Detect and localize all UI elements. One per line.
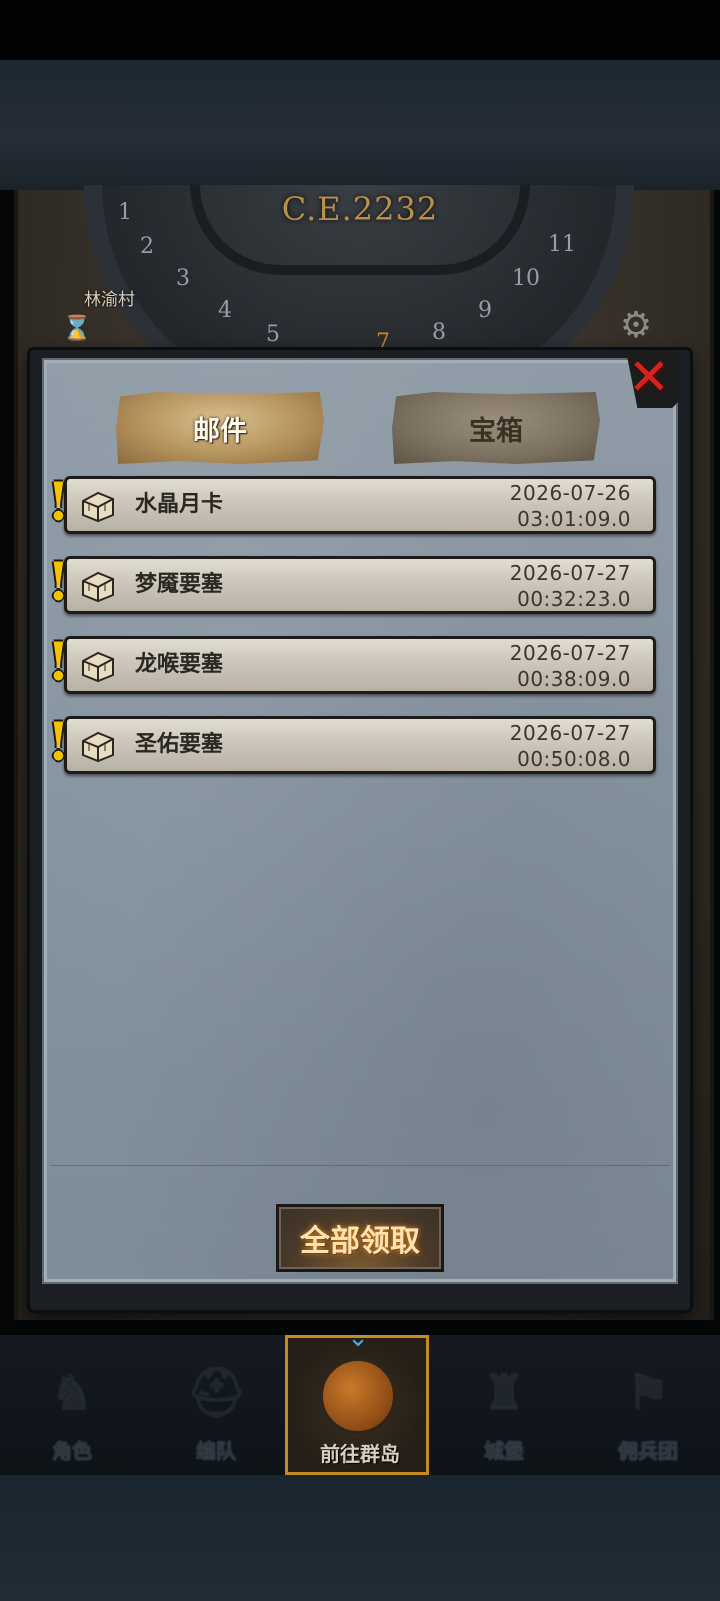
mail-date: 2026-07-27 xyxy=(509,561,631,585)
mail-title: 圣佑要塞 xyxy=(135,732,224,757)
mail-time: 00:50:08.0 xyxy=(517,747,631,771)
village-label: 林渝村 xyxy=(84,290,135,310)
dial-number: 10 xyxy=(512,266,540,291)
mail-item[interactable]: ! 圣佑要塞 2026-07-27 00:50:08.0 xyxy=(47,713,656,774)
nav-item-islands[interactable]: ⌄ 前往群岛 xyxy=(285,1325,429,1475)
alert-icon: ! xyxy=(47,552,70,613)
status-bar-area xyxy=(0,0,720,60)
tab-chest[interactable]: 宝箱 xyxy=(392,392,600,464)
hourglass-icon: ⌛ xyxy=(62,314,92,342)
footer-band xyxy=(0,1475,720,1601)
mail-title: 水晶月卡 xyxy=(135,492,224,517)
game-screen: C.E.2232 林渝村 1 2 3 4 5 7 8 9 10 11 ⌛ ⚙ ✕… xyxy=(0,0,720,1601)
dial-number: 3 xyxy=(176,266,190,291)
dial-number: 8 xyxy=(432,320,446,345)
dial-number: 5 xyxy=(266,322,280,347)
mail-item[interactable]: ! 龙喉要塞 2026-07-27 00:38:09.0 xyxy=(47,633,656,694)
claim-all-button[interactable]: 全部领取 xyxy=(276,1204,444,1272)
dial-number: 2 xyxy=(140,234,154,259)
divider xyxy=(50,1165,670,1166)
nav-item-formation[interactable]: ⛑ 编队 xyxy=(144,1335,288,1475)
banner-icon: ⚑ xyxy=(626,1365,670,1421)
bottom-nav: ♞ 角色 ⛑ 编队 ⌄ 前往群岛 ♜ 城堡 ⚑ 佣兵团 xyxy=(0,1325,720,1475)
mail-time: 00:38:09.0 xyxy=(517,667,631,691)
nav-label: 角色 xyxy=(52,1439,92,1463)
tab-mail[interactable]: 邮件 xyxy=(116,392,324,464)
alert-icon: ! xyxy=(47,632,70,693)
chest-icon xyxy=(82,651,114,683)
nav-label: 佣兵团 xyxy=(618,1439,678,1463)
dial-number: 4 xyxy=(218,298,232,323)
alert-icon: ! xyxy=(47,712,70,773)
nav-label: 城堡 xyxy=(484,1439,524,1463)
chevron-down-icon: ⌄ xyxy=(347,1323,369,1353)
nav-label: 前往群岛 xyxy=(320,1442,400,1466)
helmet-icon: ⛑ xyxy=(186,1365,247,1421)
mail-time: 00:32:23.0 xyxy=(517,587,631,611)
mail-time: 03:01:09.0 xyxy=(517,507,631,531)
chest-icon xyxy=(82,491,114,523)
chest-icon xyxy=(82,731,114,763)
chest-icon xyxy=(82,571,114,603)
alert-icon: ! xyxy=(47,472,70,533)
dial-number: 9 xyxy=(478,298,492,323)
nav-item-castle[interactable]: ♜ 城堡 xyxy=(432,1335,576,1475)
nav-label: 编队 xyxy=(196,1439,236,1463)
mail-title: 龙喉要塞 xyxy=(135,652,224,677)
mail-date: 2026-07-27 xyxy=(509,721,631,745)
dial-number: 1 xyxy=(118,200,132,225)
mail-date: 2026-07-26 xyxy=(509,481,631,505)
mail-item[interactable]: ! 梦魇要塞 2026-07-27 00:32:23.0 xyxy=(47,553,656,614)
mail-title: 梦魇要塞 xyxy=(135,572,224,597)
nav-item-character[interactable]: ♞ 角色 xyxy=(0,1335,144,1475)
top-dark-strip xyxy=(0,60,720,190)
mail-item[interactable]: ! 水晶月卡 2026-07-26 03:01:09.0 xyxy=(47,473,656,534)
dial-number: 11 xyxy=(548,232,576,257)
globe-icon xyxy=(320,1358,396,1434)
gear-icon: ⚙ xyxy=(619,305,653,346)
mail-date: 2026-07-27 xyxy=(509,641,631,665)
castle-icon: ♜ xyxy=(482,1365,526,1421)
era-label: C.E.2232 xyxy=(281,190,439,228)
knight-helmet-icon: ♞ xyxy=(50,1365,94,1421)
nav-item-mercenary[interactable]: ⚑ 佣兵团 xyxy=(576,1335,720,1475)
